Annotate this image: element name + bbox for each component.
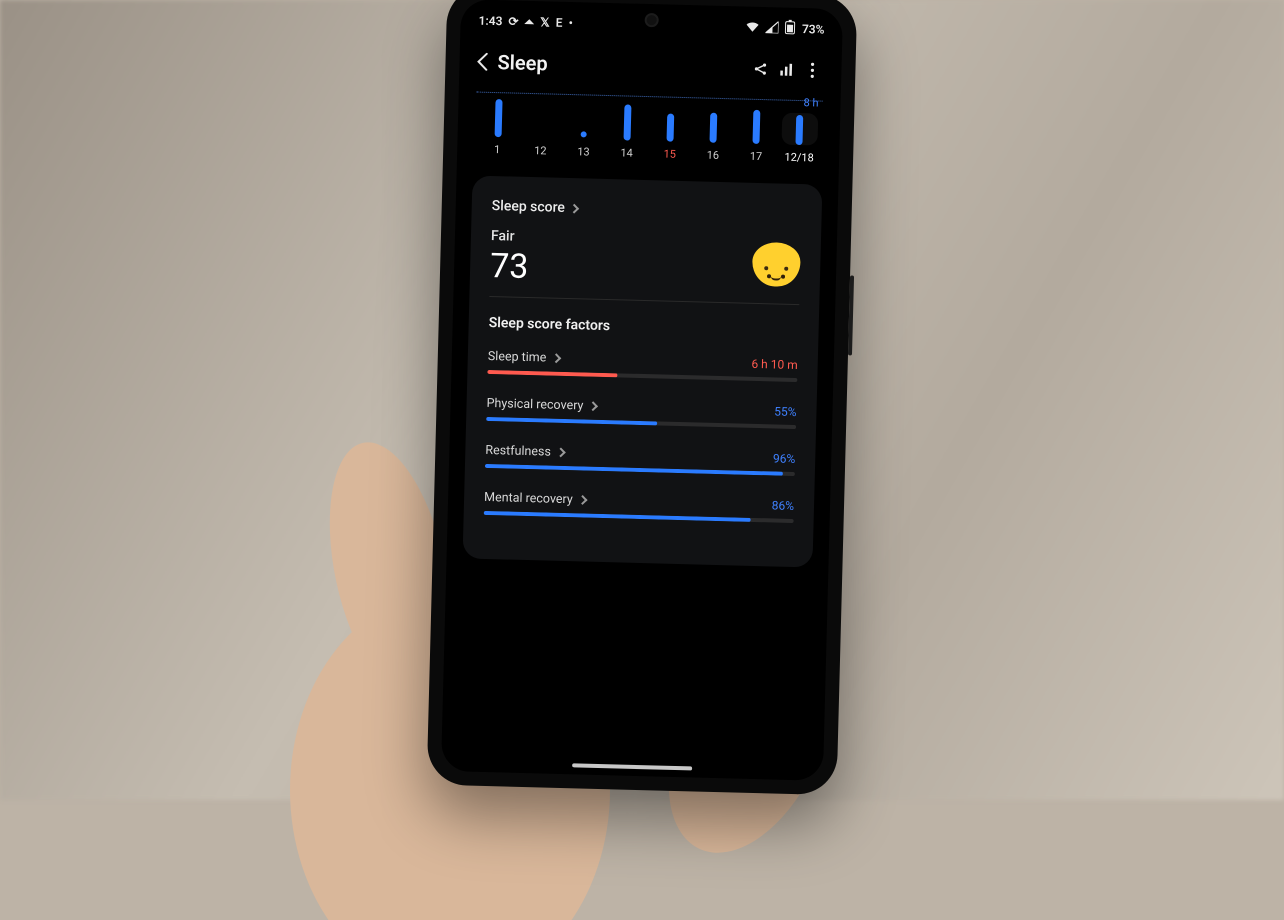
week-sleep-chart[interactable]: 8 h 1 12 13 14 15 16 17 12/18: [457, 91, 841, 165]
eight-hour-label: 8 h: [803, 96, 818, 109]
battery-pct: 73%: [802, 22, 825, 37]
e-icon: E: [556, 16, 563, 30]
factor-value: 55%: [774, 404, 797, 419]
factor-fill: [485, 464, 783, 476]
day-bar[interactable]: [480, 99, 517, 138]
day-bar[interactable]: [781, 113, 818, 146]
screen: 1:43 ⟳ ⏶ 𝕏 E • 73%: [441, 0, 843, 781]
clock: 1:43: [478, 14, 502, 29]
day-label: 14: [608, 146, 644, 160]
x-icon: 𝕏: [540, 15, 550, 29]
factor-row[interactable]: Mental recovery 86%: [484, 490, 795, 523]
factor-fill: [484, 511, 751, 522]
gesture-bar[interactable]: [572, 763, 692, 770]
sleep-bar: [753, 110, 761, 144]
factor-value: 6 h 10 m: [751, 356, 798, 371]
score-number: 73: [490, 246, 529, 287]
factor-row[interactable]: Sleep time 6 h 10 m: [487, 349, 798, 382]
chevron-right-icon: [551, 353, 561, 363]
day-label: 15: [652, 147, 688, 161]
phone-frame: 1:43 ⟳ ⏶ 𝕏 E • 73%: [427, 0, 858, 795]
sleep-score-card: Sleep score Fair 73 Sleep score factors …: [463, 175, 823, 567]
factor-track: [486, 417, 796, 429]
day-label: 16: [695, 148, 731, 162]
day-label: 12/18: [781, 151, 817, 165]
factor-name: Sleep time: [488, 349, 547, 366]
chart-button[interactable]: [773, 61, 799, 78]
sync-icon: ⟳: [508, 14, 518, 28]
day-bar[interactable]: [609, 104, 646, 141]
battery-icon: [785, 20, 796, 38]
day-bar[interactable]: [652, 113, 689, 142]
sleep-bar: [623, 104, 631, 140]
back-button[interactable]: [471, 52, 493, 71]
wifi-icon: [746, 20, 760, 35]
factor-fill: [486, 417, 657, 425]
sleep-score-link-label: Sleep score: [492, 198, 566, 216]
filter-icon: ⏶: [524, 14, 534, 29]
more-button[interactable]: [799, 62, 825, 79]
sleep-score-link[interactable]: Sleep score: [492, 198, 802, 222]
chevron-right-icon: [577, 495, 587, 505]
sleep-bar: [494, 99, 502, 137]
chevron-right-icon: [588, 401, 598, 411]
factor-fill: [487, 370, 617, 377]
sleep-bar: [667, 114, 675, 142]
signal-icon: [766, 21, 779, 36]
share-button[interactable]: [747, 61, 773, 78]
chevron-right-icon: [555, 447, 565, 457]
day-label: 17: [738, 149, 774, 163]
factor-track: [484, 511, 794, 523]
page-title: Sleep: [497, 50, 548, 75]
factor-name: Restfulness: [485, 443, 551, 460]
score-rating: Fair: [491, 228, 530, 245]
day-bar[interactable]: [695, 112, 732, 143]
app-header: Sleep: [459, 35, 842, 101]
chevron-right-icon: [569, 203, 579, 213]
day-label: 13: [565, 145, 601, 159]
day-bar[interactable]: [566, 131, 602, 140]
factor-value: 96%: [773, 451, 796, 466]
factor-name: Physical recovery: [486, 396, 583, 414]
dot-icon: •: [568, 16, 573, 30]
factor-row[interactable]: Physical recovery 55%: [486, 396, 797, 429]
factor-name: Mental recovery: [484, 490, 573, 507]
day-label: 1: [479, 143, 515, 157]
small-sleep-dot: [581, 131, 587, 137]
factor-value: 86%: [772, 498, 795, 513]
sleep-bar: [796, 115, 804, 145]
factor-track: [487, 370, 797, 382]
factor-row[interactable]: Restfulness 96%: [485, 443, 796, 476]
sleep-bar: [710, 113, 718, 143]
sleep-mascot-icon: [752, 242, 801, 287]
divider: [489, 296, 799, 305]
factor-track: [485, 464, 795, 476]
day-bar[interactable]: [738, 109, 775, 144]
factors-title: Sleep score factors: [488, 315, 798, 339]
day-label: 12: [522, 144, 558, 158]
